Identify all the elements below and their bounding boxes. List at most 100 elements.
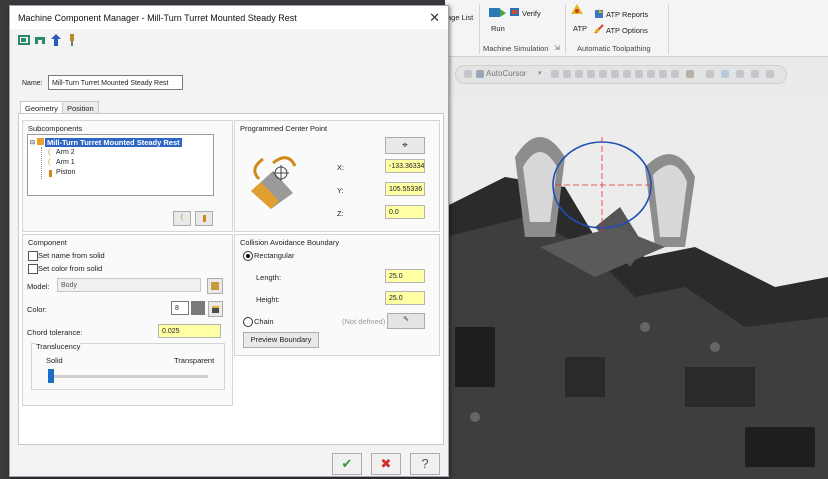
piston-icon — [202, 215, 206, 222]
snap-icon[interactable] — [647, 70, 655, 78]
transparent-label: Transparent — [174, 356, 215, 365]
component-title: Component — [28, 238, 67, 247]
verify-icon[interactable] — [510, 7, 520, 17]
height-label: Height: — [256, 295, 280, 304]
add-piston-button[interactable] — [195, 211, 213, 226]
z-label: Z: — [337, 209, 344, 218]
color-picker-button[interactable] — [208, 301, 223, 317]
machine-component-manager-dialog: Machine Component Manager - Mill-Turn Tu… — [9, 5, 449, 477]
help-button[interactable]: ? — [410, 453, 440, 475]
model-label: Model: — [27, 282, 50, 291]
snap-icon[interactable] — [623, 70, 631, 78]
autocursor-label[interactable]: AutoCursor — [486, 69, 526, 78]
subcomponents-title: Subcomponents — [28, 124, 83, 133]
atp-button[interactable]: ATP — [573, 24, 587, 33]
model-select-button[interactable] — [207, 278, 223, 294]
name-field[interactable]: Mill-Turn Turret Mounted Steady Rest — [48, 75, 183, 90]
crosshair-icon: ⌖ — [402, 140, 408, 151]
component-icon[interactable] — [18, 34, 30, 46]
snap-icon[interactable] — [611, 70, 619, 78]
color-index-field[interactable]: 8 — [171, 301, 189, 315]
snap-icon[interactable] — [587, 70, 595, 78]
color-label: Color: — [27, 305, 48, 314]
dialog-title: Machine Component Manager - Mill-Turn Tu… — [18, 13, 297, 23]
lock-icon[interactable] — [464, 70, 472, 78]
autocursor-toolbar: AutoCursor ▾ — [455, 65, 787, 84]
rectangular-label: Rectangular — [254, 251, 295, 260]
run-button[interactable]: Run — [491, 24, 505, 33]
verify-button[interactable]: Verify — [522, 9, 541, 18]
snap-icon[interactable] — [575, 70, 583, 78]
chain-radio[interactable] — [243, 317, 253, 327]
autocursor-icon[interactable] — [476, 70, 484, 78]
preview-boundary-button[interactable]: Preview Boundary — [243, 332, 319, 348]
geometry-tab-panel: Subcomponents ⊟ Mill-Turn Turret Mounted… — [18, 113, 444, 445]
programmed-center-title: Programmed Center Point — [240, 124, 328, 133]
atp-reports-button[interactable]: ATP Reports — [606, 10, 648, 19]
collapse-icon[interactable]: ⊟ — [30, 139, 35, 146]
add-arm-button[interactable]: ( — [173, 211, 191, 226]
translucency-track[interactable] — [48, 375, 208, 378]
tree-item[interactable]: Arm 1 — [56, 159, 75, 166]
piston-icon — [49, 170, 52, 177]
snap-icon[interactable] — [551, 70, 559, 78]
snap-icon[interactable] — [563, 70, 571, 78]
tree-connector — [41, 147, 42, 179]
page-list-label[interactable]: age List — [447, 13, 473, 22]
dialog-title-bar[interactable]: Machine Component Manager - Mill-Turn Tu… — [10, 6, 448, 29]
dialog-launcher-icon[interactable]: ⇲ — [554, 44, 560, 52]
set-color-checkbox[interactable] — [28, 264, 38, 274]
color-swatch[interactable] — [191, 301, 205, 315]
select-point-button[interactable]: ⌖ — [385, 137, 425, 154]
snap-icon[interactable] — [599, 70, 607, 78]
select-solid-icon — [211, 282, 219, 290]
view-icon[interactable] — [736, 70, 744, 78]
snap-icon[interactable] — [635, 70, 643, 78]
view-icon[interactable] — [766, 70, 774, 78]
translucency-slider[interactable] — [48, 369, 54, 383]
programmed-center-group: Programmed Center Point ⌖ X: -133.36334 … — [234, 120, 440, 232]
model-field[interactable]: Body — [57, 278, 201, 292]
dropdown-arrow-icon[interactable]: ▾ — [538, 69, 542, 77]
select-chain-button[interactable]: ⬉ — [387, 313, 425, 329]
close-icon[interactable]: ✕ — [429, 10, 440, 26]
graphics-viewport[interactable]: AutoCursor ▾ — [445, 57, 828, 479]
color-swatch-icon[interactable] — [686, 70, 694, 78]
snap-icon[interactable] — [671, 70, 679, 78]
collision-boundary-title: Collision Avoidance Boundary — [240, 238, 340, 247]
tree-root-item[interactable]: Mill-Turn Turret Mounted Steady Rest — [45, 138, 182, 147]
chord-tolerance-field[interactable]: 0.025 — [158, 324, 221, 338]
axis-icon[interactable] — [50, 34, 62, 46]
tree-item[interactable]: Arm 2 — [56, 149, 75, 156]
z-field[interactable]: 0.0 — [385, 205, 425, 219]
solid-label: Solid — [46, 356, 63, 365]
view-icon[interactable] — [721, 70, 729, 78]
ok-button[interactable]: ✔ — [332, 453, 362, 475]
collision-boundary-group: Collision Avoidance Boundary Rectangular… — [234, 234, 440, 356]
x-field[interactable]: -133.36334 — [385, 159, 425, 173]
y-field[interactable]: 105.55336 — [385, 182, 425, 196]
tree-item[interactable]: Piston — [56, 169, 75, 176]
cancel-button[interactable]: ✖ — [371, 453, 401, 475]
ribbon: age List Run Verify Machine Simulation ⇲… — [445, 0, 828, 57]
set-name-checkbox[interactable] — [28, 251, 38, 261]
subcomponents-group: Subcomponents ⊟ Mill-Turn Turret Mounted… — [22, 120, 233, 232]
atp-options-button[interactable]: ATP Options — [606, 26, 648, 35]
atp-options-icon[interactable] — [594, 24, 604, 34]
length-field[interactable]: 25.0 — [385, 269, 425, 283]
run-icon[interactable] — [488, 6, 506, 20]
mount-icon[interactable] — [34, 34, 46, 46]
view-icon[interactable] — [706, 70, 714, 78]
auto-toolpath-group-label: Automatic Toolpathing — [577, 44, 651, 53]
atp-icon[interactable] — [569, 2, 585, 16]
cursor-icon: ⬉ — [402, 314, 410, 323]
view-icon[interactable] — [751, 70, 759, 78]
atp-reports-icon[interactable] — [594, 9, 604, 19]
center-point-illustration — [243, 141, 303, 211]
subcomponents-tree[interactable]: ⊟ Mill-Turn Turret Mounted Steady Rest (… — [27, 134, 214, 196]
height-field[interactable]: 25.0 — [385, 291, 425, 305]
rectangular-radio[interactable] — [243, 251, 253, 261]
arm-icon: ( — [48, 159, 51, 166]
tool-icon[interactable] — [66, 34, 78, 46]
snap-icon[interactable] — [659, 70, 667, 78]
